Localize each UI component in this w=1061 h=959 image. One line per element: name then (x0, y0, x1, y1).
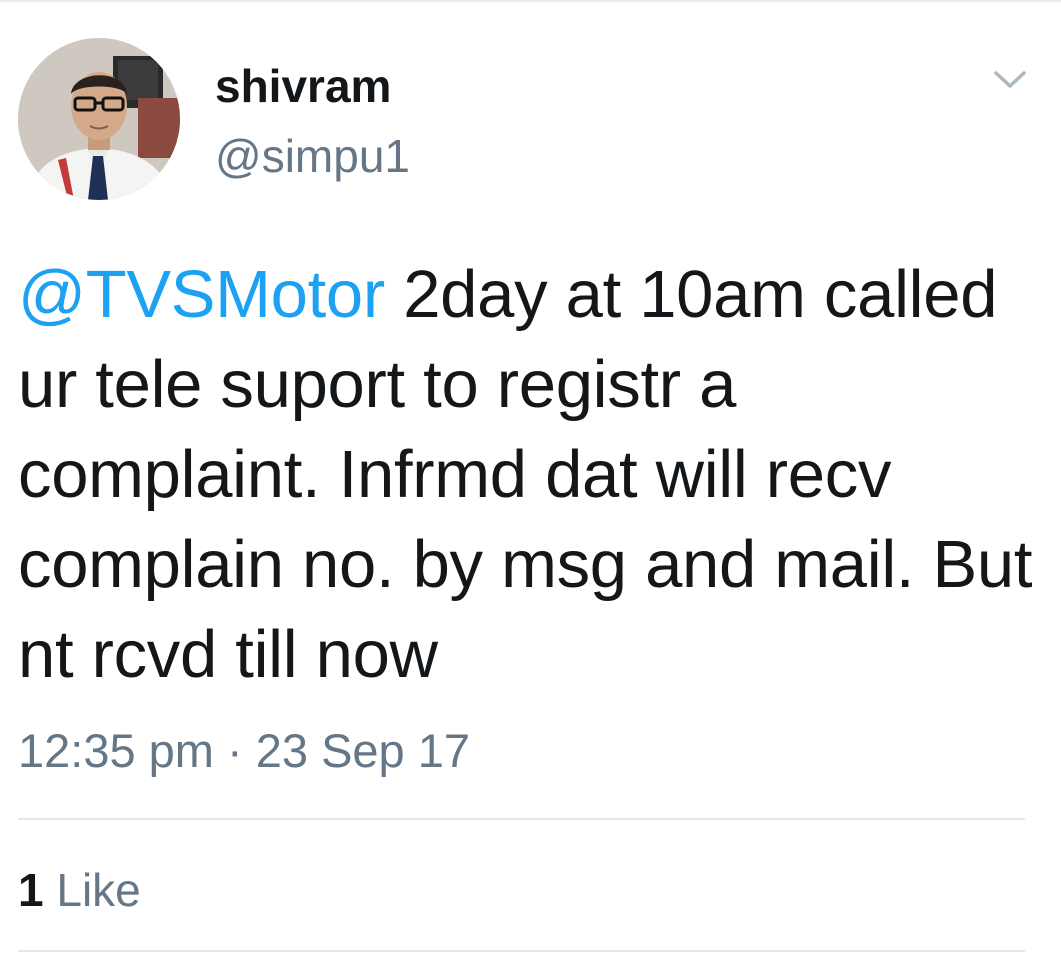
likes-stat[interactable]: 1 Like (18, 862, 141, 918)
like-count: 1 (18, 864, 44, 916)
tweet-timestamp: 12:35 pm · 23 Sep 17 (18, 724, 471, 777)
avatar[interactable] (18, 38, 180, 200)
top-border (0, 0, 1061, 2)
divider (18, 950, 1025, 952)
tweet-menu-button[interactable] (986, 62, 1034, 98)
tweet-text: @TVSMotor 2day at 10am called ur tele su… (18, 250, 1048, 700)
mention-link[interactable]: @TVSMotor (18, 257, 385, 332)
chevron-down-icon (994, 71, 1026, 88)
divider (18, 818, 1025, 820)
like-label: Like (56, 864, 141, 916)
profile-photo (18, 38, 180, 200)
user-handle[interactable]: @simpu1 (215, 128, 410, 184)
display-name[interactable]: shivram (215, 58, 391, 114)
